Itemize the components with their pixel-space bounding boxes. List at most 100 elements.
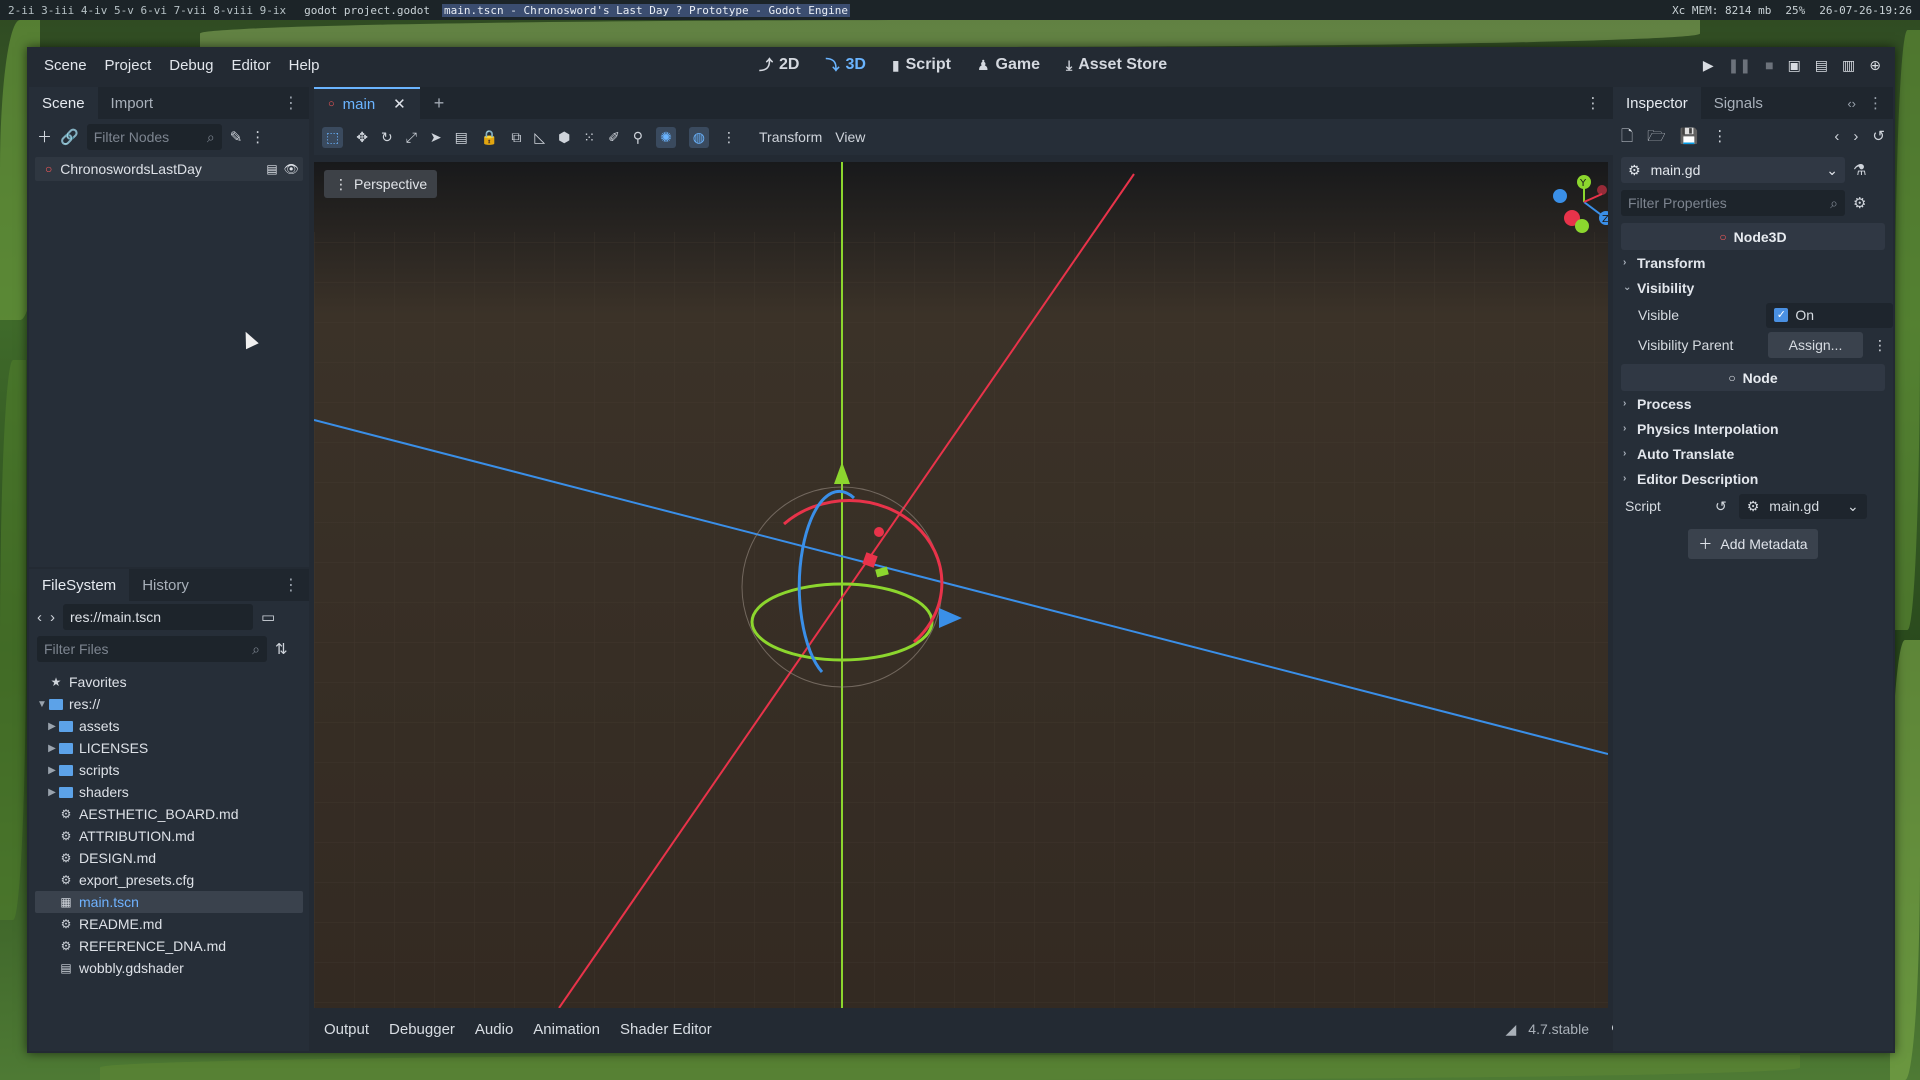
file-item[interactable]: ⚙ README.md <box>35 913 303 935</box>
tab-animation[interactable]: Animation <box>533 1021 600 1038</box>
file-item-selected[interactable]: ▦ main.tscn <box>35 891 303 913</box>
forward-icon[interactable]: › <box>50 610 55 625</box>
favorites-item[interactable]: ★ Favorites <box>35 671 303 693</box>
dock-arrows-icon[interactable]: ‹› <box>1847 96 1856 111</box>
dock-menu-icon[interactable]: ⋮ <box>283 575 299 595</box>
save-icon[interactable]: 💾 <box>1680 129 1699 144</box>
play-custom-scene-icon[interactable]: ▥ <box>1842 57 1855 74</box>
cube-icon[interactable]: ⬢ <box>558 129 570 146</box>
paint-icon[interactable]: ✐ <box>608 129 620 146</box>
view-menu[interactable]: View <box>835 129 865 145</box>
menu-scene[interactable]: Scene <box>35 57 96 74</box>
move-mode-icon[interactable]: ✥ <box>356 129 368 146</box>
transform-dialog-icon[interactable]: ▤ <box>455 129 468 146</box>
resource-selector[interactable]: ⚙ main.gd ⌄ <box>1621 157 1845 183</box>
tab-shader-editor[interactable]: Shader Editor <box>620 1021 712 1038</box>
path-field[interactable]: res://main.tscn <box>63 604 253 630</box>
file-item[interactable]: ⚙ export_presets.cfg <box>35 869 303 891</box>
folder-item-scripts[interactable]: ▶ scripts <box>35 759 303 781</box>
menu-help[interactable]: Help <box>280 57 329 74</box>
object-props-icon[interactable]: ⚗ <box>1853 163 1866 178</box>
back-icon[interactable]: ‹ <box>37 610 42 625</box>
tab-filesystem[interactable]: FileSystem <box>29 569 130 601</box>
filter-files-input[interactable]: Filter Files ⌕ <box>37 636 267 662</box>
add-scene-tab-icon[interactable]: + <box>434 93 445 114</box>
sort-icon[interactable]: ⇅ <box>275 642 288 657</box>
filter-properties-input[interactable]: Filter Properties ⌕ <box>1621 190 1845 216</box>
workspace-script-button[interactable]: ▮ Script <box>882 56 961 74</box>
snap-icon[interactable]: ⁙ <box>583 129 595 146</box>
tab-audio[interactable]: Audio <box>475 1021 513 1038</box>
file-item[interactable]: ⚙ ATTRIBUTION.md <box>35 825 303 847</box>
stop-icon[interactable]: ■ <box>1765 57 1773 73</box>
scene-root-node[interactable]: ○ ChronoswordsLastDay ▤ 👁 <box>35 157 303 181</box>
remote-debug-icon[interactable]: ▣ <box>1788 57 1801 74</box>
pin-icon[interactable]: ⚲ <box>633 129 643 146</box>
category-transform[interactable]: › Transform <box>1613 250 1893 275</box>
property-filter-icon[interactable]: ⚙ <box>1853 196 1866 211</box>
category-physics-interpolation[interactable]: › Physics Interpolation <box>1613 416 1893 441</box>
new-resource-icon[interactable]: 🗋 <box>1621 129 1633 144</box>
tab-output[interactable]: Output <box>324 1021 369 1038</box>
res-root-item[interactable]: ▼ res:// <box>35 693 303 715</box>
pause-icon[interactable]: ❚❚ <box>1728 57 1751 74</box>
tab-history[interactable]: History <box>129 569 202 601</box>
close-icon[interactable]: ✕ <box>393 95 406 113</box>
workspace-3d-button[interactable]: ⤵ 3D <box>815 55 875 75</box>
folder-item-licenses[interactable]: ▶ LICENSES <box>35 737 303 759</box>
add-node-icon[interactable]: ＋ <box>37 130 52 145</box>
history-back-icon[interactable]: ‹ <box>1834 129 1839 144</box>
tab-scene[interactable]: Scene <box>29 87 98 119</box>
category-auto-translate[interactable]: › Auto Translate <box>1613 441 1893 466</box>
group-icon[interactable]: ⧉ <box>511 129 521 146</box>
scene-options-icon[interactable]: ⋮ <box>250 130 265 145</box>
history-icon[interactable]: ↺ <box>1872 129 1885 144</box>
tab-inspector[interactable]: Inspector <box>1613 87 1701 119</box>
kebab-icon[interactable]: ⋮ <box>1873 337 1887 354</box>
sun-preview-icon[interactable]: ✺ <box>656 126 676 148</box>
scene-tab-main[interactable]: ○ main ✕ <box>314 87 420 119</box>
folder-item-shaders[interactable]: ▶ shaders <box>35 781 303 803</box>
workspace-2d-button[interactable]: ⤴ 2D <box>749 55 809 75</box>
rotate-mode-icon[interactable]: ↻ <box>381 129 393 146</box>
environment-preview-icon[interactable]: ◍ <box>688 126 710 148</box>
movie-maker-icon[interactable]: ⊕ <box>1869 57 1881 74</box>
play-scene-icon[interactable]: ▤ <box>1815 57 1828 74</box>
workspace-assetlib-button[interactable]: ⤓ Asset Store <box>1056 56 1177 74</box>
file-item[interactable]: ▤ wobbly.gdshader <box>35 957 303 979</box>
folder-item-assets[interactable]: ▶ assets <box>35 715 303 737</box>
visible-checkbox[interactable]: ✓ On <box>1766 302 1893 328</box>
tab-signals[interactable]: Signals <box>1701 87 1776 119</box>
category-process[interactable]: › Process <box>1613 391 1893 416</box>
menu-editor[interactable]: Editor <box>222 57 279 74</box>
file-item[interactable]: ⚙ REFERENCE_DNA.md <box>35 935 303 957</box>
file-item[interactable]: ⚙ DESIGN.md <box>35 847 303 869</box>
instance-scene-icon[interactable]: 🔗 <box>60 130 79 145</box>
3d-viewport[interactable]: Y Z ⋮ Perspective <box>314 162 1608 1008</box>
workspace-list[interactable]: 2-ii 3-iii 4-iv 5-v 6-vi 7-vii 8-viii 9-… <box>8 4 286 17</box>
category-editor-description[interactable]: › Editor Description <box>1613 466 1893 491</box>
history-forward-icon[interactable]: › <box>1853 129 1858 144</box>
play-icon[interactable]: ▶ <box>1703 57 1714 74</box>
add-metadata-button[interactable]: ＋ Add Metadata <box>1688 529 1818 559</box>
more-options-icon[interactable]: ⋮ <box>722 129 736 146</box>
dock-menu-icon[interactable]: ⋮ <box>283 93 299 113</box>
perspective-menu-button[interactable]: ⋮ Perspective <box>324 170 438 198</box>
lock-icon[interactable]: 🔒 <box>481 129 498 146</box>
tab-import[interactable]: Import <box>98 87 167 119</box>
filter-nodes-input[interactable]: Filter Nodes ⌕ <box>86 124 222 150</box>
script-selector[interactable]: ⚙ main.gd ⌄ <box>1738 493 1867 519</box>
tab-debugger[interactable]: Debugger <box>389 1021 455 1038</box>
view-axis-gizmo[interactable]: Y Z <box>1553 175 1608 233</box>
transform-menu[interactable]: Transform <box>759 129 822 145</box>
revert-icon[interactable]: ↺ <box>1715 498 1727 515</box>
tab-options-icon[interactable]: ⋮ <box>1585 94 1600 112</box>
category-visibility[interactable]: ⌄ Visibility <box>1613 275 1893 300</box>
file-item[interactable]: ⚙ AESTHETIC_BOARD.md <box>35 803 303 825</box>
scale-mode-icon[interactable]: ⤢ <box>406 129 417 146</box>
menu-project[interactable]: Project <box>96 57 161 74</box>
split-view-icon[interactable]: ▭ <box>261 610 275 625</box>
workspace-game-button[interactable]: ♟ Game <box>967 56 1050 74</box>
dock-menu-icon[interactable]: ⋮ <box>1868 94 1883 112</box>
open-resource-icon[interactable]: 🗁 <box>1647 129 1666 144</box>
